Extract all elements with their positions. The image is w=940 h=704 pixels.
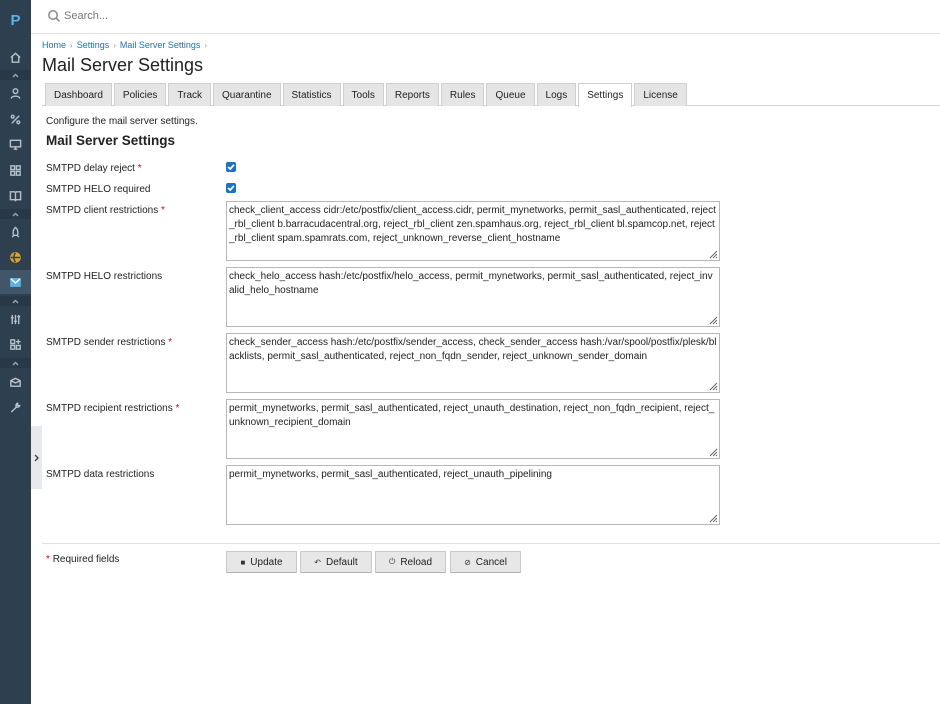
- required-star: *: [46, 554, 50, 565]
- delay-reject-checkbox[interactable]: [226, 162, 236, 172]
- breadcrumb-settings[interactable]: Settings: [77, 40, 110, 50]
- box-icon[interactable]: [0, 370, 31, 394]
- chevron-up-icon[interactable]: [0, 296, 31, 306]
- tab-license[interactable]: License: [634, 83, 687, 106]
- chevron-up-icon[interactable]: [0, 209, 31, 219]
- required-star: *: [137, 163, 142, 174]
- default-button[interactable]: ↶ Default: [300, 551, 372, 573]
- chevron-up-icon[interactable]: [0, 70, 31, 80]
- recipient-restrictions-textarea[interactable]: permit_mynetworks, permit_sasl_authentic…: [226, 399, 720, 459]
- tab-settings[interactable]: Settings: [578, 83, 633, 107]
- checkmark-icon: [227, 164, 235, 171]
- save-icon: ■: [240, 557, 246, 567]
- intro-text: Configure the mail server settings.: [46, 116, 198, 127]
- data-restrictions-label: SMTPD data restrictions: [46, 469, 155, 480]
- book-icon[interactable]: [0, 183, 31, 207]
- plesk-logo[interactable]: P: [0, 0, 31, 40]
- helo-restrictions-label: SMTPD HELO restrictions: [46, 271, 163, 282]
- tab-track[interactable]: Track: [168, 83, 212, 106]
- tab-tools[interactable]: Tools: [342, 83, 384, 106]
- page-title: Mail Server Settings: [42, 55, 204, 75]
- form-footer-divider: [42, 543, 940, 544]
- breadcrumb-mail-server-settings[interactable]: Mail Server Settings: [120, 40, 201, 50]
- sliders-icon[interactable]: [0, 307, 31, 331]
- grid-icon[interactable]: [0, 158, 31, 182]
- client-restrictions-label: SMTPD client restrictions *: [46, 205, 165, 216]
- user-icon[interactable]: [0, 81, 31, 105]
- resize-grip-icon[interactable]: [709, 382, 718, 391]
- delay-reject-label: SMTPD delay reject *: [46, 163, 142, 174]
- chevron-right-icon: [34, 454, 39, 461]
- recipient-restrictions-label: SMTPD recipient restrictions *: [46, 403, 180, 414]
- chevron-right-icon: ›: [204, 40, 208, 50]
- cancel-button[interactable]: ⊘ Cancel: [450, 551, 521, 573]
- app-window: P Search... Home › Settings › Mail Serve…: [0, 0, 940, 704]
- helo-required-checkbox[interactable]: [226, 183, 236, 193]
- top-search-bar: [31, 0, 940, 34]
- apps-icon[interactable]: [0, 332, 31, 356]
- tab-bar: Dashboard Policies Track Quarantine Stat…: [45, 83, 689, 107]
- checkmark-icon: [227, 185, 235, 192]
- resize-grip-icon[interactable]: [709, 250, 718, 259]
- update-button[interactable]: ■ Update: [226, 551, 297, 573]
- required-star: *: [168, 337, 173, 348]
- section-title: Mail Server Settings: [46, 133, 176, 148]
- helo-restrictions-textarea[interactable]: check_helo_access hash:/etc/postfix/helo…: [226, 267, 720, 327]
- reload-icon: ⏻: [388, 557, 396, 566]
- resize-grip-icon[interactable]: [709, 448, 718, 457]
- reload-button[interactable]: ⏻ Reload: [375, 551, 446, 573]
- tab-logs[interactable]: Logs: [536, 83, 577, 106]
- undo-icon: ↶: [314, 557, 321, 567]
- required-star: *: [175, 403, 180, 414]
- tab-statistics[interactable]: Statistics: [282, 83, 341, 106]
- sidebar-expand-handle[interactable]: [31, 426, 42, 489]
- monitor-icon[interactable]: [0, 132, 31, 156]
- sidebar: P: [0, 0, 31, 704]
- chevron-right-icon: ›: [70, 40, 73, 50]
- required-star: *: [161, 205, 165, 216]
- cancel-icon: ⊘: [464, 557, 471, 567]
- chevron-up-icon[interactable]: [0, 358, 31, 368]
- resize-grip-icon[interactable]: [709, 316, 718, 325]
- tab-queue[interactable]: Queue: [486, 83, 535, 106]
- helo-required-label: SMTPD HELO required: [46, 184, 151, 195]
- tab-rules[interactable]: Rules: [440, 83, 485, 106]
- chevron-right-icon: ›: [113, 40, 116, 50]
- percent-icon[interactable]: [0, 107, 31, 131]
- search-input[interactable]: [64, 6, 364, 26]
- tab-dashboard[interactable]: Dashboard: [45, 83, 112, 106]
- sender-restrictions-label: SMTPD sender restrictions *: [46, 337, 173, 348]
- sender-restrictions-textarea[interactable]: check_sender_access hash:/etc/postfix/se…: [226, 333, 720, 393]
- required-fields-note: * Required fields: [46, 554, 120, 565]
- breadcrumb: Home › Settings › Mail Server Settings ›: [42, 40, 211, 50]
- breadcrumb-home[interactable]: Home: [42, 40, 66, 50]
- resize-grip-icon[interactable]: [709, 514, 718, 523]
- globe-icon[interactable]: [0, 245, 31, 269]
- rocket-icon[interactable]: [0, 220, 31, 244]
- tab-quarantine[interactable]: Quarantine: [213, 83, 281, 106]
- client-restrictions-textarea[interactable]: check_client_access cidr:/etc/postfix/cl…: [226, 201, 720, 261]
- mail-filter-icon[interactable]: [0, 270, 31, 294]
- tab-policies[interactable]: Policies: [113, 83, 167, 106]
- data-restrictions-textarea[interactable]: permit_mynetworks, permit_sasl_authentic…: [226, 465, 720, 525]
- home-icon[interactable]: [0, 45, 31, 69]
- search-icon: [47, 9, 61, 23]
- wrench-icon[interactable]: [0, 395, 31, 419]
- tab-reports[interactable]: Reports: [385, 83, 439, 106]
